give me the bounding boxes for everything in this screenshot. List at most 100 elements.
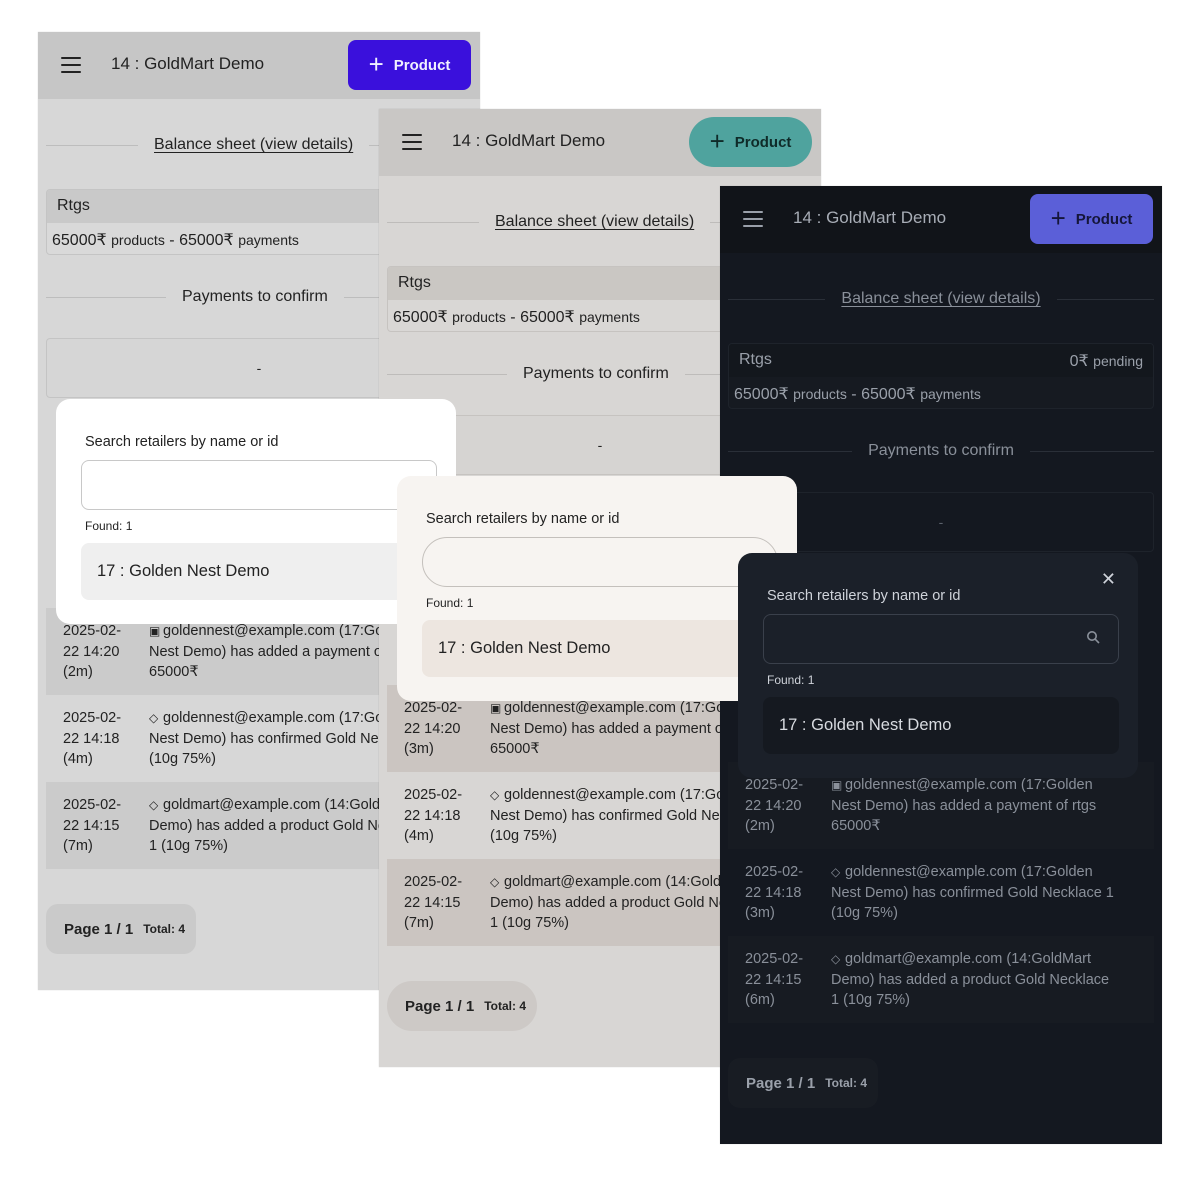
menu-icon[interactable] xyxy=(402,134,422,150)
top-bar: 14 : GoldMart Demo + Product xyxy=(379,109,821,176)
feed-age: (3m) xyxy=(404,741,434,757)
feed-date: 2025-02- 22 14:15 (7m) xyxy=(387,872,490,946)
feed-message-text: goldmart@example.com (14:GoldMart Demo) … xyxy=(831,951,1110,1008)
feed-date: 2025-02- 22 14:15 (6m) xyxy=(728,949,831,1023)
feed-message-text: goldennest@example.com (17:Golden Nest D… xyxy=(149,623,414,680)
app-title: 14 : GoldMart Demo xyxy=(452,131,606,150)
balance-sheet-link[interactable]: Balance sheet (view details) xyxy=(479,213,710,231)
payments-to-confirm-heading: Payments to confirm xyxy=(182,288,328,305)
feed-date: 2025-02- 22 14:20 (3m) xyxy=(387,698,490,772)
feed-message-text: goldennest@example.com (17:Golden Nest D… xyxy=(831,777,1097,834)
search-label: Search retailers by name or id xyxy=(85,434,279,450)
payments-empty-text: - xyxy=(938,514,944,530)
plus-icon: + xyxy=(368,48,384,79)
pager: Page 1 / 1 Total: 4 xyxy=(387,981,537,1031)
add-product-label: Product xyxy=(1075,210,1133,228)
products-label: products xyxy=(793,386,847,402)
retailer-result[interactable]: 17 : Golden Nest Demo xyxy=(81,543,437,600)
feed-date-text: 2025-02- 22 14:18 xyxy=(63,710,122,747)
search-input[interactable] xyxy=(81,460,437,510)
feed-date-text: 2025-02- 22 14:18 xyxy=(404,787,463,824)
total-count: Total: 4 xyxy=(825,1076,867,1090)
feed-date: 2025-02- 22 14:20 (2m) xyxy=(728,775,831,849)
products-amount: 65000₹ xyxy=(393,309,448,326)
search-icon xyxy=(1087,631,1100,644)
payments-to-confirm-heading: Payments to confirm xyxy=(523,365,669,382)
found-count: Found: 1 xyxy=(85,519,133,533)
pager: Page 1 / 1 Total: 4 xyxy=(46,904,196,954)
feed-age: (7m) xyxy=(404,915,434,931)
add-product-button[interactable]: + Product xyxy=(1030,194,1153,244)
total-count: Total: 4 xyxy=(484,999,526,1013)
payments-empty-text: - xyxy=(256,360,262,376)
feed-age: (3m) xyxy=(745,905,775,921)
separator: - xyxy=(510,309,516,326)
feed-date-text: 2025-02- 22 14:20 xyxy=(63,623,122,660)
activity-feed: 2025-02- 22 14:20 (2m) ▣ goldennest@exampl… xyxy=(728,762,1154,1023)
tag-icon: ◇ xyxy=(490,788,500,802)
feed-date: 2025-02- 22 14:18 (4m) xyxy=(387,785,490,859)
page-indicator: Page 1 / 1 xyxy=(64,920,134,938)
balance-sheet-row: Balance sheet (view details) xyxy=(728,290,1154,308)
divider xyxy=(728,298,826,300)
page-indicator: Page 1 / 1 xyxy=(405,997,475,1015)
feed-date-text: 2025-02- 22 14:15 xyxy=(404,874,463,911)
rtgs-card-header: Rtgs 0₹ pending xyxy=(729,344,1153,377)
pager: Page 1 / 1 Total: 4 xyxy=(728,1058,878,1108)
payments-amount: 65000₹ xyxy=(179,232,234,249)
close-icon[interactable]: ✕ xyxy=(1101,569,1116,590)
feed-date-text: 2025-02- 22 14:20 xyxy=(745,777,804,814)
retailer-result-label: 17 : Golden Nest Demo xyxy=(779,716,952,734)
products-amount: 65000₹ xyxy=(734,386,789,403)
feed-age: (4m) xyxy=(63,751,93,767)
balance-sheet-link[interactable]: Balance sheet (view details) xyxy=(138,136,369,154)
tag-icon: ◇ xyxy=(490,875,500,889)
total-count: Total: 4 xyxy=(143,922,185,936)
divider xyxy=(728,450,853,452)
feed-date-text: 2025-02- 22 14:15 xyxy=(63,797,122,834)
divider xyxy=(387,221,479,223)
rtgs-name: Rtgs xyxy=(739,351,772,368)
page-indicator: Page 1 / 1 xyxy=(746,1074,816,1092)
payments-label: payments xyxy=(238,232,299,248)
feed-message: ▣ goldennest@example.com (17:Golden Nest … xyxy=(831,775,1154,849)
found-count: Found: 1 xyxy=(767,673,815,687)
add-product-button[interactable]: + Product xyxy=(689,117,812,167)
feed-date-text: 2025-02- 22 14:18 xyxy=(745,864,804,901)
money-icon: ▣ xyxy=(149,624,161,638)
divider xyxy=(46,144,138,146)
menu-icon[interactable] xyxy=(61,57,81,73)
feed-message-text: goldennest@example.com (17:Golden Nest D… xyxy=(490,700,755,757)
search-input[interactable] xyxy=(763,614,1119,664)
payments-to-confirm-row: Payments to confirm xyxy=(728,442,1155,460)
search-input[interactable] xyxy=(422,537,778,587)
payments-empty-text: - xyxy=(597,437,603,453)
feed-date-text: 2025-02- 22 14:15 xyxy=(745,951,804,988)
money-icon: ▣ xyxy=(831,778,843,792)
retailer-result[interactable]: 17 : Golden Nest Demo xyxy=(763,697,1119,754)
separator: - xyxy=(851,386,857,403)
products-amount: 65000₹ xyxy=(52,232,107,249)
feed-date: 2025-02- 22 14:18 (4m) xyxy=(46,708,149,782)
balance-sheet-link[interactable]: Balance sheet (view details) xyxy=(825,290,1056,308)
feed-row: 2025-02- 22 14:18 (3m) ◇ goldennest@exampl… xyxy=(728,849,1154,936)
feed-age: (4m) xyxy=(404,828,434,844)
retailer-result[interactable]: 17 : Golden Nest Demo xyxy=(422,620,778,677)
feed-age: (2m) xyxy=(63,664,93,680)
menu-icon[interactable] xyxy=(743,211,763,227)
payments-to-confirm-heading: Payments to confirm xyxy=(868,442,1014,459)
payments-label: payments xyxy=(579,309,640,325)
rtgs-card[interactable]: Rtgs 0₹ pending 65000₹ products - 65000₹… xyxy=(728,343,1154,409)
found-count: Found: 1 xyxy=(426,596,474,610)
rtgs-card-body: 65000₹ products - 65000₹ payments xyxy=(729,377,1153,408)
retailer-result-label: 17 : Golden Nest Demo xyxy=(97,562,270,580)
plus-icon: + xyxy=(709,125,725,156)
screen-dark: 14 : GoldMart Demo + Product Balance she… xyxy=(720,186,1162,1144)
products-label: products xyxy=(111,232,165,248)
feed-date-text: 2025-02- 22 14:20 xyxy=(404,700,463,737)
search-label: Search retailers by name or id xyxy=(426,511,620,527)
tag-icon: ◇ xyxy=(831,865,841,879)
add-product-button[interactable]: + Product xyxy=(348,40,471,90)
feed-message: ◇ goldennest@example.com (17:Golden Nest … xyxy=(831,862,1154,936)
feed-message-text: goldennest@example.com (17:Golden Nest D… xyxy=(831,864,1114,921)
